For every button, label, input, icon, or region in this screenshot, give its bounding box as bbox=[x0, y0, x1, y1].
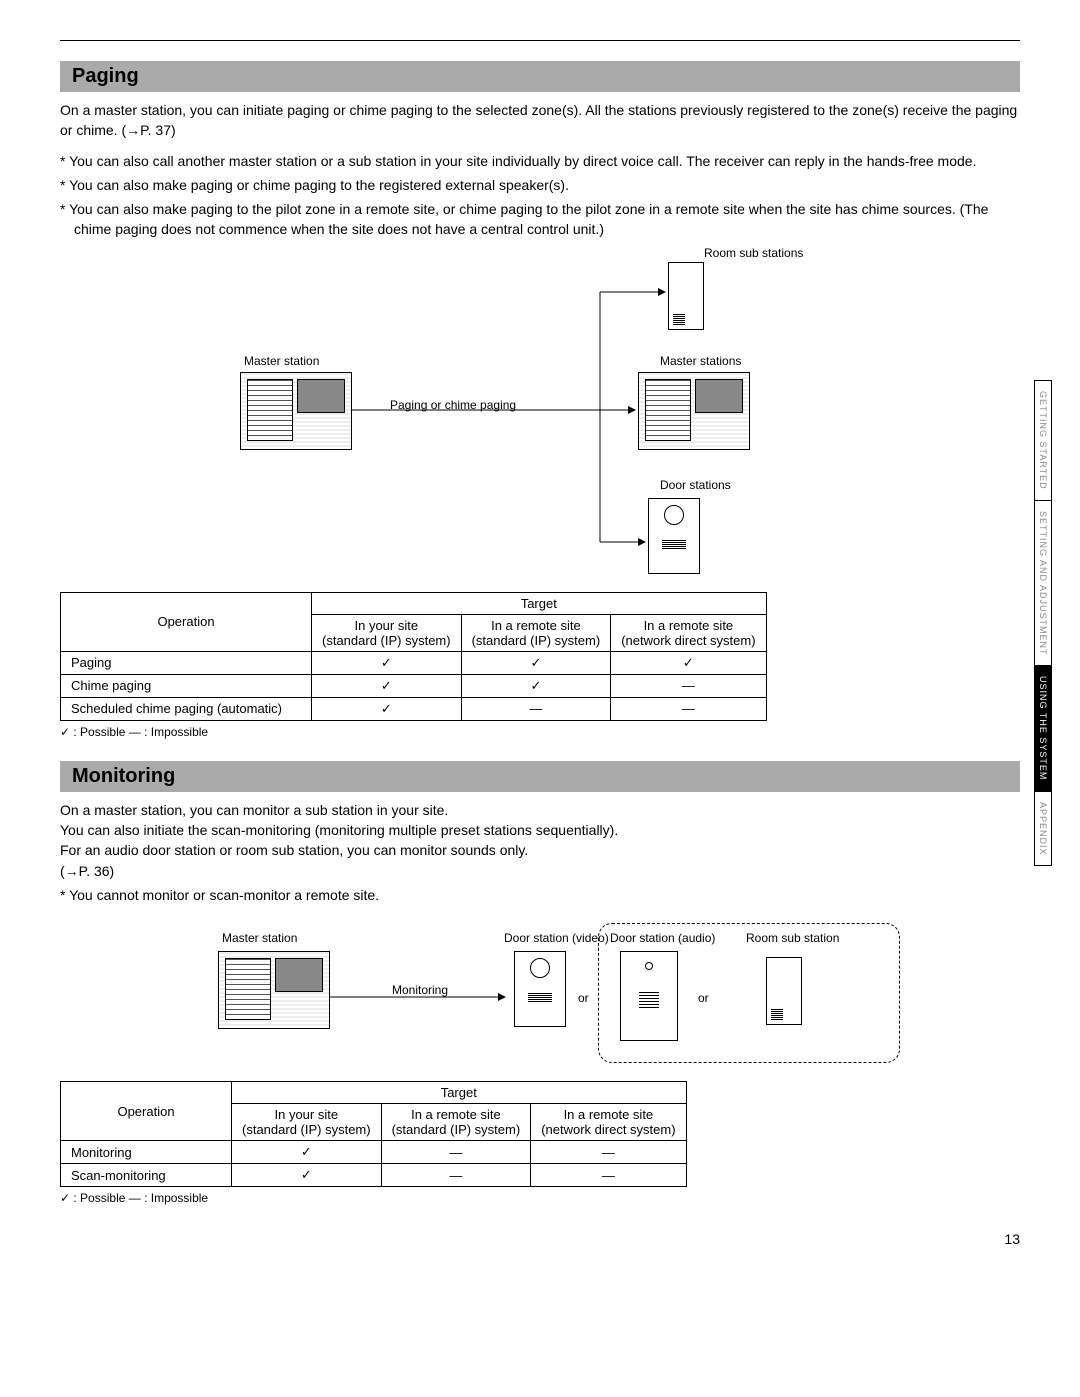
label-or: or bbox=[578, 991, 589, 1005]
paging-note: You can also call another master station… bbox=[60, 151, 1020, 171]
monitoring-notes: You cannot monitor or scan-monitor a rem… bbox=[60, 885, 1020, 905]
table-cell: — bbox=[611, 697, 766, 720]
side-tabs: GETTING STARTED SETTING AND ADJUSTMENT U… bbox=[1034, 380, 1052, 866]
paging-note: You can also make paging to the pilot zo… bbox=[60, 199, 1020, 240]
th-col: In your site(standard (IP) system) bbox=[312, 614, 462, 651]
paging-diagram: Master station Paging or chime paging Ro… bbox=[100, 252, 980, 582]
monitoring-note: You cannot monitor or scan-monitor a rem… bbox=[60, 885, 1020, 905]
table-cell: — bbox=[531, 1164, 686, 1187]
paging-table: Operation Target In your site(standard (… bbox=[60, 592, 767, 721]
table-row-op: Monitoring bbox=[61, 1141, 232, 1164]
device-door-audio bbox=[620, 951, 678, 1041]
table-cell: ✓ bbox=[611, 651, 766, 674]
table-cell: ✓ bbox=[312, 674, 462, 697]
device-master-station bbox=[240, 372, 352, 450]
device-master-station bbox=[218, 951, 330, 1029]
label-monitoring: Monitoring bbox=[392, 983, 448, 997]
device-room-sub bbox=[766, 957, 802, 1025]
table-cell: ✓ bbox=[232, 1164, 382, 1187]
th-operation: Operation bbox=[61, 1082, 232, 1141]
paging-intro: On a master station, you can initiate pa… bbox=[60, 100, 1020, 141]
th-col: In your site(standard (IP) system) bbox=[232, 1104, 382, 1141]
device-room-sub bbox=[668, 262, 704, 330]
device-door-video bbox=[514, 951, 566, 1027]
paging-legend: ✓ : Possible — : Impossible bbox=[60, 725, 1020, 739]
th-target: Target bbox=[232, 1082, 687, 1104]
table-row-op: Scheduled chime paging (automatic) bbox=[61, 697, 312, 720]
monitoring-table: Operation Target In your site(standard (… bbox=[60, 1081, 687, 1187]
section-header-paging: Paging bbox=[60, 61, 1020, 92]
table-cell: ✓ bbox=[461, 651, 611, 674]
table-cell: — bbox=[381, 1164, 531, 1187]
label-door-audio: Door station (audio) bbox=[610, 931, 715, 945]
th-target: Target bbox=[312, 592, 767, 614]
th-col: In a remote site(standard (IP) system) bbox=[381, 1104, 531, 1141]
monitoring-intro: On a master station, you can monitor a s… bbox=[60, 800, 1020, 881]
label-master-station: Master station bbox=[244, 354, 319, 368]
table-cell: ✓ bbox=[312, 697, 462, 720]
label-door-stations: Door stations bbox=[660, 478, 731, 492]
top-rule bbox=[60, 40, 1020, 41]
label-door-video: Door station (video) bbox=[504, 931, 609, 945]
label-master-station: Master station bbox=[222, 931, 297, 945]
page-number: 13 bbox=[1004, 1231, 1020, 1247]
table-cell: — bbox=[531, 1141, 686, 1164]
table-row-op: Scan-monitoring bbox=[61, 1164, 232, 1187]
side-tab-using-system[interactable]: USING THE SYSTEM bbox=[1034, 666, 1052, 791]
label-paging-or-chime: Paging or chime paging bbox=[390, 398, 516, 412]
monitoring-diagram: Master station Monitoring Door station (… bbox=[100, 917, 980, 1067]
section-header-monitoring: Monitoring bbox=[60, 761, 1020, 792]
monitoring-legend: ✓ : Possible — : Impossible bbox=[60, 1191, 1020, 1205]
table-cell: — bbox=[461, 697, 611, 720]
side-tab-getting-started[interactable]: GETTING STARTED bbox=[1034, 380, 1052, 501]
table-row-op: Chime paging bbox=[61, 674, 312, 697]
th-operation: Operation bbox=[61, 592, 312, 651]
table-cell: — bbox=[381, 1141, 531, 1164]
th-col: In a remote site(standard (IP) system) bbox=[461, 614, 611, 651]
th-col: In a remote site(network direct system) bbox=[531, 1104, 686, 1141]
table-cell: ✓ bbox=[232, 1141, 382, 1164]
th-col: In a remote site(network direct system) bbox=[611, 614, 766, 651]
label-room-sub: Room sub station bbox=[746, 931, 839, 945]
paging-notes: You can also call another master station… bbox=[60, 151, 1020, 240]
table-cell: ✓ bbox=[461, 674, 611, 697]
paging-note: You can also make paging or chime paging… bbox=[60, 175, 1020, 195]
device-door-station bbox=[648, 498, 700, 574]
label-room-sub-stations: Room sub stations bbox=[704, 246, 803, 260]
device-master-stations bbox=[638, 372, 750, 450]
table-cell: ✓ bbox=[312, 651, 462, 674]
table-row-op: Paging bbox=[61, 651, 312, 674]
side-tab-setting-adjustment[interactable]: SETTING AND ADJUSTMENT bbox=[1034, 501, 1052, 667]
label-master-stations: Master stations bbox=[660, 354, 741, 368]
label-or: or bbox=[698, 991, 709, 1005]
table-cell: — bbox=[611, 674, 766, 697]
side-tab-appendix[interactable]: APPENDIX bbox=[1034, 792, 1052, 867]
